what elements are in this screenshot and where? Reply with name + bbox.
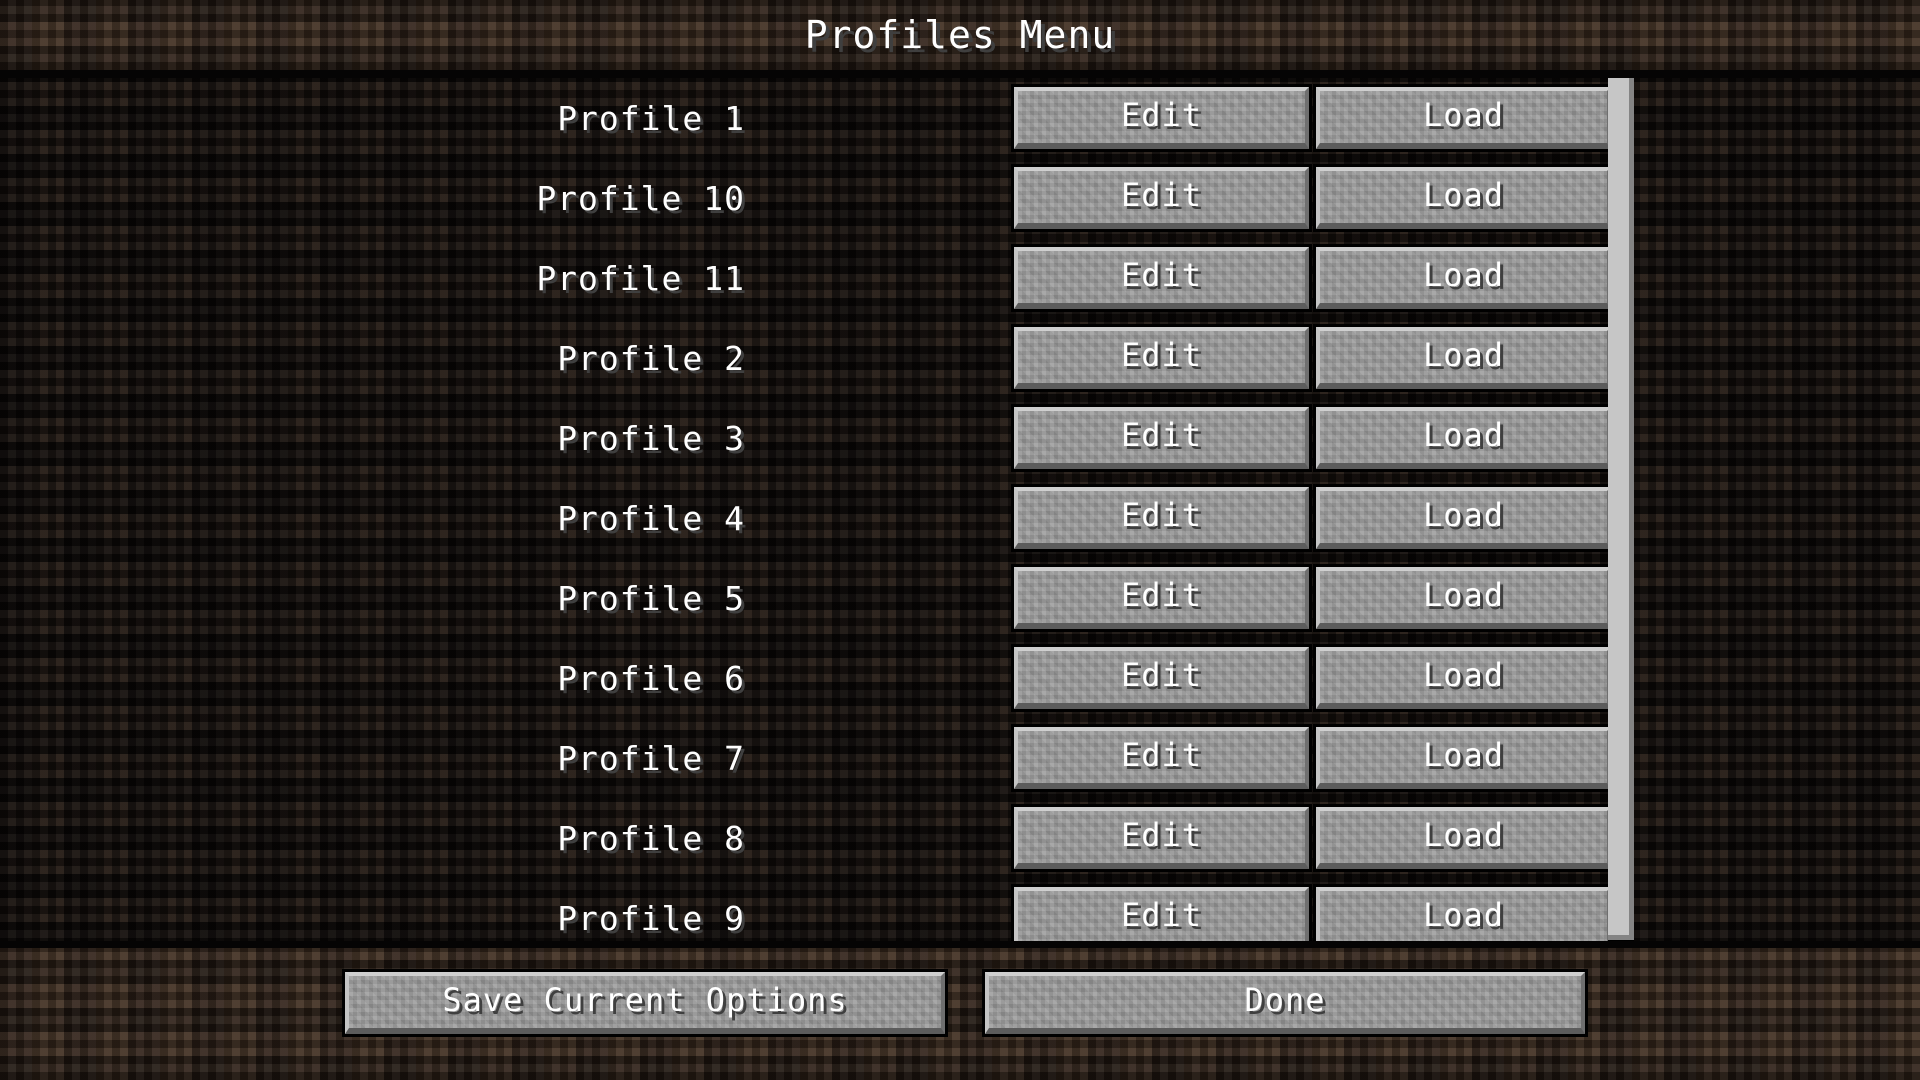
load-profile-label: Load [1422, 416, 1505, 454]
load-profile-label: Load [1422, 256, 1505, 294]
edit-profile-label: Edit [1120, 416, 1203, 454]
edit-profile-label: Edit [1120, 336, 1203, 374]
footer-bar [0, 948, 1920, 1080]
edit-profile-button[interactable]: Edit [1011, 404, 1312, 472]
edit-profile-label: Edit [1120, 176, 1203, 214]
load-profile-button[interactable]: Load [1313, 404, 1614, 472]
profile-name-label: Profile 10 [536, 178, 745, 218]
edit-profile-button[interactable]: Edit [1011, 724, 1312, 792]
profile-name-label: Profile 9 [557, 898, 745, 938]
load-profile-label: Load [1422, 736, 1505, 774]
edit-profile-button[interactable]: Edit [1011, 324, 1312, 392]
scrollbar-thumb[interactable] [1608, 78, 1634, 940]
load-profile-button[interactable]: Load [1313, 164, 1614, 232]
edit-profile-button[interactable]: Edit [1011, 84, 1312, 152]
load-profile-label: Load [1422, 336, 1505, 374]
done-button[interactable]: Done [982, 969, 1588, 1037]
load-profile-label: Load [1422, 656, 1505, 694]
edit-profile-label: Edit [1120, 896, 1203, 934]
profile-name-label: Profile 1 [557, 98, 745, 138]
load-profile-label: Load [1422, 496, 1505, 534]
profile-name-label: Profile 2 [557, 338, 745, 378]
load-profile-button[interactable]: Load [1313, 244, 1614, 312]
load-profile-button[interactable]: Load [1313, 564, 1614, 632]
load-profile-button[interactable]: Load [1313, 484, 1614, 552]
load-profile-button[interactable]: Load [1313, 884, 1614, 946]
edit-profile-button[interactable]: Edit [1011, 884, 1312, 946]
load-profile-button[interactable]: Load [1313, 724, 1614, 792]
load-profile-button[interactable]: Load [1313, 644, 1614, 712]
edit-profile-label: Edit [1120, 496, 1203, 534]
profile-name-label: Profile 7 [557, 738, 745, 778]
edit-profile-button[interactable]: Edit [1011, 484, 1312, 552]
profile-name-label: Profile 8 [557, 818, 745, 858]
load-profile-label: Load [1422, 816, 1505, 854]
load-profile-label: Load [1422, 96, 1505, 134]
profile-name-label: Profile 3 [557, 418, 745, 458]
profile-name-label: Profile 5 [557, 578, 745, 618]
edit-profile-button[interactable]: Edit [1011, 804, 1312, 872]
edit-profile-button[interactable]: Edit [1011, 644, 1312, 712]
edit-profile-button[interactable]: Edit [1011, 564, 1312, 632]
save-current-options-button[interactable]: Save Current Options [342, 969, 948, 1037]
profile-name-label: Profile 6 [557, 658, 745, 698]
edit-profile-button[interactable]: Edit [1011, 244, 1312, 312]
header-bar: Profiles Menu [0, 0, 1920, 70]
profile-name-label: Profile 11 [536, 258, 745, 298]
header-divider [0, 70, 1920, 78]
load-profile-button[interactable]: Load [1313, 324, 1614, 392]
edit-profile-button[interactable]: Edit [1011, 164, 1312, 232]
profile-name-label: Profile 4 [557, 498, 745, 538]
load-profile-label: Load [1422, 896, 1505, 934]
load-profile-label: Load [1422, 176, 1505, 214]
edit-profile-label: Edit [1120, 816, 1203, 854]
edit-profile-label: Edit [1120, 656, 1203, 694]
page-title: Profiles Menu [804, 13, 1116, 57]
edit-profile-label: Edit [1120, 736, 1203, 774]
edit-profile-label: Edit [1120, 96, 1203, 134]
done-label: Done [1244, 981, 1326, 1019]
edit-profile-label: Edit [1120, 576, 1203, 614]
footer-divider [0, 941, 1920, 948]
load-profile-button[interactable]: Load [1313, 804, 1614, 872]
load-profile-button[interactable]: Load [1313, 84, 1614, 152]
save-current-options-label: Save Current Options [442, 981, 848, 1019]
edit-profile-label: Edit [1120, 256, 1203, 294]
profiles-menu-screen: Profiles Menu Profile 1 Edit Load Profile 1… [0, 0, 1920, 1080]
load-profile-label: Load [1422, 576, 1505, 614]
